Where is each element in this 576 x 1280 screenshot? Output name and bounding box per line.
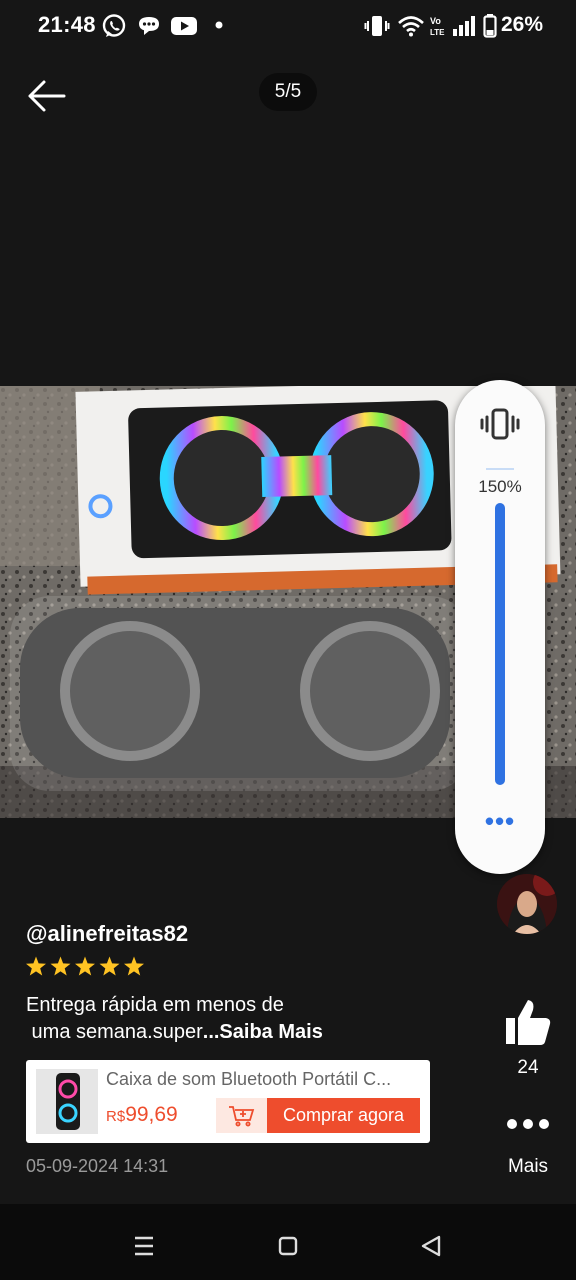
thumbs-up-icon bbox=[506, 1000, 551, 1045]
product-thumbnail bbox=[36, 1069, 98, 1134]
star-icon bbox=[75, 956, 95, 976]
price-currency: R$ bbox=[106, 1108, 126, 1125]
menu-lines-icon bbox=[135, 1236, 153, 1256]
star-rating bbox=[26, 956, 144, 976]
reviewer-username[interactable]: @alinefreitas82 bbox=[26, 921, 188, 947]
volume-separator bbox=[486, 468, 514, 470]
product-title: Caixa de som Bluetooth Portátil C... bbox=[106, 1069, 392, 1089]
system-nav-bar bbox=[0, 1204, 576, 1280]
more-dots-icon bbox=[507, 1119, 549, 1129]
youtube-icon bbox=[171, 17, 197, 35]
dot-icon bbox=[215, 21, 223, 29]
volume-panel: 150% ••• bbox=[455, 380, 545, 874]
add-to-cart-button[interactable] bbox=[216, 1098, 267, 1133]
status-bar: 21:48 Vo LTE 26% bbox=[0, 0, 576, 52]
home-square-icon bbox=[278, 1236, 298, 1256]
vibrate-icon bbox=[364, 16, 390, 36]
chat-icon bbox=[139, 17, 159, 35]
vibrate-icon bbox=[480, 408, 520, 440]
star-icon bbox=[124, 956, 144, 976]
like-button[interactable] bbox=[504, 998, 552, 1048]
recent-apps-button[interactable] bbox=[124, 1226, 164, 1266]
svg-text:LTE: LTE bbox=[430, 28, 445, 37]
volte-icon: Vo LTE bbox=[430, 16, 445, 37]
add-cart-icon bbox=[229, 1106, 255, 1127]
home-button[interactable] bbox=[268, 1226, 308, 1266]
product-price: R$99,69 bbox=[106, 1103, 178, 1127]
more-button[interactable] bbox=[504, 1112, 552, 1136]
vibrate-mode-button[interactable] bbox=[479, 406, 521, 442]
back-button[interactable] bbox=[24, 76, 68, 116]
review-text: Entrega rápida em menos de uma semana.su… bbox=[26, 992, 446, 1046]
wifi-icon bbox=[398, 16, 424, 37]
review-date: 05-09-2024 14:31 bbox=[26, 1156, 169, 1176]
svg-text:Vo: Vo bbox=[430, 16, 441, 26]
buy-now-button[interactable]: Comprar agora bbox=[267, 1098, 420, 1133]
volume-more-button[interactable]: ••• bbox=[480, 808, 520, 838]
star-icon bbox=[50, 956, 71, 976]
status-time: 21:48 bbox=[38, 12, 96, 37]
like-count: 24 bbox=[517, 1057, 539, 1078]
volume-slider-fill[interactable] bbox=[495, 503, 505, 785]
avatar[interactable] bbox=[497, 874, 557, 934]
star-icon bbox=[99, 956, 120, 976]
whatsapp-icon bbox=[102, 14, 126, 37]
battery-percentage: 26% bbox=[501, 13, 544, 36]
price-value: 99,69 bbox=[125, 1103, 178, 1126]
volume-level-label: 150% bbox=[478, 477, 522, 496]
arrow-left-icon bbox=[28, 80, 66, 112]
signal-icon bbox=[453, 16, 475, 36]
system-back-button[interactable] bbox=[411, 1226, 451, 1266]
star-icon bbox=[26, 956, 46, 976]
page-indicator: 5/5 bbox=[259, 73, 317, 111]
more-label[interactable]: Mais bbox=[496, 1156, 560, 1178]
read-more-link[interactable]: ...Saiba Mais bbox=[203, 1021, 323, 1043]
back-triangle-icon bbox=[421, 1235, 441, 1257]
product-card[interactable]: Caixa de som Bluetooth Portátil C... R$9… bbox=[26, 1060, 430, 1143]
